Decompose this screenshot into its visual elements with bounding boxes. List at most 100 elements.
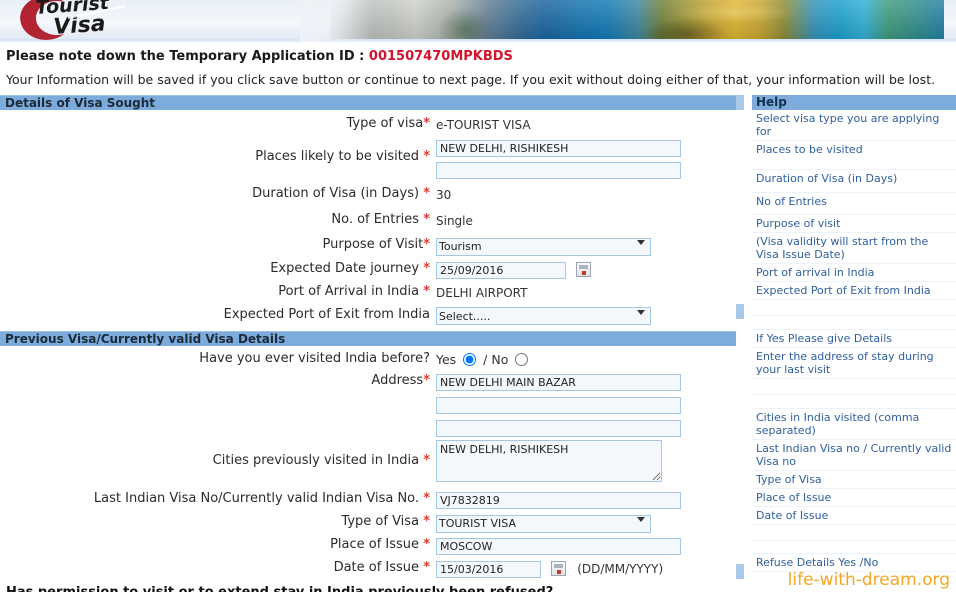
tourist-visa-logo: Tourist Visa (6, 0, 166, 42)
label-cities-visited: Cities previously visited in India * (0, 440, 436, 482)
gutter-bar-top (736, 95, 744, 110)
places-to-visit-line2-input[interactable] (436, 162, 681, 179)
application-id-value: 001507470MPKBDS (368, 49, 513, 64)
label-expected-date-journey: Expected Date journey * (0, 259, 436, 278)
row-no-of-entries: No. of Entries * Single (0, 210, 736, 231)
prev-type-of-visa-select-wrap[interactable]: TOURIST VISA (436, 512, 651, 533)
help-item-spacer (752, 525, 956, 541)
help-item: Cities in India visited (comma separated… (752, 409, 956, 440)
label-purpose-of-visit-text: Purpose of Visit (322, 237, 424, 252)
banner-fade-overlay (300, 0, 370, 42)
label-no-of-entries-text: No. of Entries (331, 212, 420, 227)
save-info-notice: Your Information will be saved if you cl… (6, 72, 936, 87)
help-item-spacer (752, 300, 956, 316)
row-visited-before: Have you ever visited India before? Yes … (0, 349, 736, 369)
address-line1-input[interactable] (436, 374, 681, 391)
row-last-visa-no: Last Indian Visa No/Currently valid Indi… (0, 489, 736, 509)
help-item: No of Entries (752, 193, 956, 215)
help-column: Help Select visa type you are applying f… (752, 95, 956, 572)
help-column-header: Help (752, 95, 956, 110)
port-of-exit-select-wrap[interactable]: Select..... (436, 305, 651, 325)
row-expected-date-journey: Expected Date journey * (0, 259, 736, 279)
calendar-icon[interactable] (576, 261, 592, 277)
help-item: Type of Visa (752, 471, 956, 489)
row-duration: Duration of Visa (in Days) * 30 (0, 184, 736, 205)
required-marker: * (423, 237, 430, 252)
label-last-visa-no-text: Last Indian Visa No/Currently valid Indi… (93, 491, 420, 506)
label-prev-type-of-visa-text: Type of Visa (341, 514, 420, 529)
help-item: Expected Port of Exit from India (752, 282, 956, 300)
row-type-of-visa: Type of visa* e-TOURIST VISA (0, 114, 736, 135)
label-type-of-visa: Type of visa* (0, 114, 436, 133)
places-to-visit-line1-input[interactable] (436, 140, 681, 157)
label-date-of-issue: Date of Issue * (0, 558, 436, 577)
calendar-icon[interactable] (551, 560, 567, 576)
last-visa-no-input[interactable] (436, 492, 681, 509)
help-item: Enter the address of stay during your la… (752, 348, 956, 379)
help-item: Last Indian Visa no / Currently valid Vi… (752, 440, 956, 471)
required-marker: * (423, 536, 430, 552)
row-date-of-issue: Date of Issue * (DD/MM/YYYY) (0, 558, 736, 579)
row-address: Address* (0, 371, 736, 437)
site-watermark: life-with-dream.org (787, 570, 950, 590)
date-format-hint: (DD/MM/YYYY) (577, 561, 664, 576)
required-marker: * (423, 116, 430, 131)
port-of-exit-select[interactable]: Select..... (436, 307, 651, 325)
required-marker: * (423, 491, 430, 506)
help-item: Places to be visited (752, 141, 956, 170)
visa-application-page: Tourist Visa Please note down the Tempor… (0, 0, 956, 592)
help-item-list: Select visa type you are applying for Pla… (752, 110, 956, 572)
label-address: Address* (0, 371, 436, 390)
required-marker: * (423, 373, 430, 388)
visited-before-yes-label: Yes (436, 352, 457, 367)
help-item: Duration of Visa (in Days) (752, 170, 956, 193)
help-item: (Visa validity will start from the Visa … (752, 233, 956, 264)
help-item: Purpose of visit (752, 215, 956, 233)
gutter-bar-middle (736, 304, 744, 319)
required-marker: * (423, 260, 430, 276)
banner-photo-montage (330, 0, 944, 42)
label-no-of-entries: No. of Entries * (0, 210, 436, 229)
row-prev-type-of-visa: Type of Visa * TOURIST VISA (0, 512, 736, 533)
value-port-of-arrival: DELHI AIRPORT (436, 285, 528, 300)
form-column: Details of Visa Sought Type of visa* e-T… (0, 95, 736, 592)
section-header-previous-visa: Previous Visa/Currently valid Visa Detai… (0, 331, 736, 346)
address-line3-input[interactable] (436, 420, 681, 437)
visited-before-yes-radio[interactable] (463, 353, 477, 366)
temporary-application-id-notice: Please note down the Temporary Applicati… (0, 42, 956, 64)
label-place-of-issue: Place of Issue * (0, 535, 436, 554)
date-of-issue-input[interactable] (436, 560, 541, 578)
purpose-of-visit-select-wrap[interactable]: Tourism (436, 235, 651, 256)
row-purpose-of-visit: Purpose of Visit* Tourism (0, 235, 736, 256)
required-marker: * (423, 186, 430, 201)
prev-type-of-visa-select[interactable]: TOURIST VISA (436, 514, 651, 533)
cities-visited-textarea[interactable]: NEW DELHI, RISHIKESH (436, 440, 662, 482)
row-port-of-arrival: Port of Arrival in India * DELHI AIRPORT (0, 282, 736, 303)
row-cities-visited: Cities previously visited in India * NEW… (0, 440, 736, 486)
required-marker: * (423, 453, 430, 468)
row-place-of-issue: Place of Issue * (0, 535, 736, 555)
label-duration-text: Duration of Visa (in Days) (252, 186, 420, 201)
visited-before-radio-group[interactable]: Yes / No (436, 352, 531, 367)
help-item: Place of Issue (752, 489, 956, 507)
help-item: Select visa type you are applying for (752, 110, 956, 141)
expected-date-journey-input[interactable] (436, 261, 566, 279)
label-last-visa-no: Last Indian Visa No/Currently valid Indi… (0, 489, 436, 508)
gutter-bar-bottom (736, 564, 744, 579)
place-of-issue-input[interactable] (436, 537, 681, 555)
required-marker: * (423, 559, 430, 575)
row-places-to-visit: Places likely to be visited * (0, 137, 736, 179)
address-line2-input[interactable] (436, 397, 681, 414)
site-banner: Tourist Visa (0, 0, 956, 42)
row-port-of-exit: Expected Port of Exit from India Select.… (0, 305, 736, 325)
visited-before-no-radio[interactable] (515, 353, 529, 366)
refusal-question: Has permission to visit or to extend sta… (6, 584, 554, 592)
label-cities-visited-text: Cities previously visited in India (212, 453, 420, 468)
help-item: Port of arrival in India (752, 264, 956, 282)
label-address-text: Address (371, 373, 424, 388)
help-item-spacer (752, 541, 956, 554)
label-visited-before: Have you ever visited India before? (199, 351, 430, 366)
required-marker: * (423, 149, 430, 164)
help-item-spacer (752, 395, 956, 409)
purpose-of-visit-select[interactable]: Tourism (436, 237, 651, 256)
